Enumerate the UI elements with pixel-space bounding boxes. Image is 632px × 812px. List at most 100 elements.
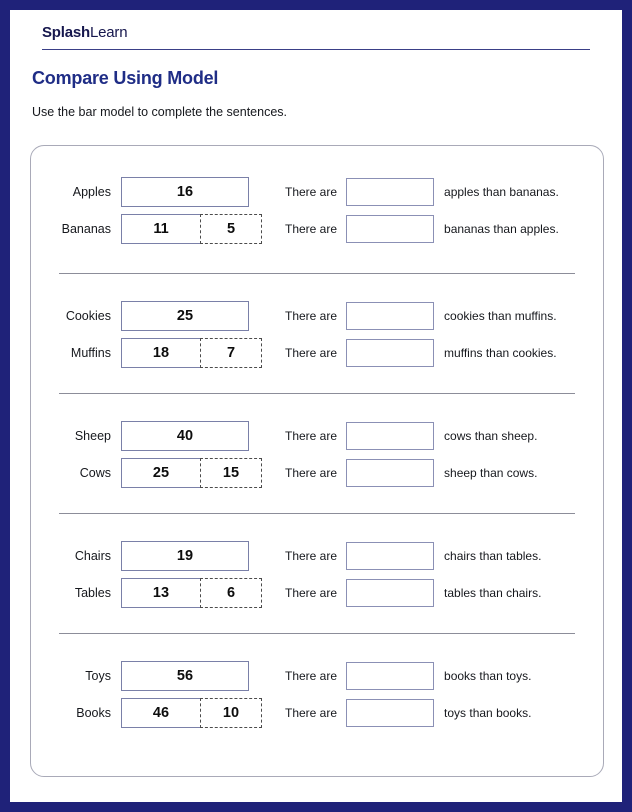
logo-bold-text: Splash — [42, 24, 90, 41]
sentence-tail-2: toys than books. — [444, 705, 532, 720]
instruction-text: Use the bar model to complete the senten… — [32, 105, 288, 119]
answer-input-2[interactable] — [346, 458, 435, 487]
bar-part-label: Tables — [74, 585, 111, 600]
bar-model-total-row: Apples 16 — [43, 176, 281, 207]
sentences: There are apples than bananas. There are… — [281, 176, 603, 244]
bar-total-bars: 56 — [121, 660, 249, 691]
there-are-label: There are — [285, 345, 338, 360]
bar-difference-segment: 10 — [200, 697, 262, 728]
bar-model: Apples 16 Bananas 11 5 — [31, 176, 281, 244]
sentences: There are cows than sheep. There are she… — [281, 420, 603, 488]
sentence-row-2: There are toys than books. — [285, 697, 603, 728]
header-divider — [42, 49, 590, 50]
bar-model-total-row: Sheep 40 — [43, 420, 281, 451]
logo-light-text: Learn — [89, 24, 128, 41]
bar-part-label: Muffins — [70, 345, 111, 360]
answer-input-1[interactable] — [346, 301, 435, 330]
sentence-row-1: There are chairs than tables. — [285, 540, 603, 571]
answer-input-2[interactable] — [346, 578, 435, 607]
sentence-row-2: There are muffins than cookies. — [285, 337, 603, 368]
sentence-row-1: There are apples than bananas. — [285, 176, 603, 207]
answer-input-1[interactable] — [346, 177, 435, 206]
bar-total-segment: 56 — [121, 660, 249, 691]
bar-difference-segment: 6 — [200, 577, 262, 608]
bar-part-segment: 18 — [121, 337, 201, 368]
bar-model-part-row: Muffins 18 7 — [43, 337, 281, 368]
sentence-row-1: There are cookies than muffins. — [285, 300, 603, 331]
bar-model: Toys 56 Books 46 10 — [31, 660, 281, 728]
sentences: There are books than toys. There are toy… — [281, 660, 603, 728]
answer-input-1[interactable] — [346, 661, 435, 690]
sentence-tail-1: books than toys. — [444, 668, 532, 683]
bar-difference-segment: 5 — [200, 213, 262, 244]
there-are-label: There are — [285, 548, 338, 563]
bar-total-segment: 25 — [121, 300, 249, 331]
bar-model: Sheep 40 Cows 25 15 — [31, 420, 281, 488]
bar-part-label: Books — [76, 705, 111, 720]
sentence-tail-2: muffins than cookies. — [444, 345, 557, 360]
splashlearn-logo: SplashLearn — [42, 24, 590, 41]
sentences: There are chairs than tables. There are … — [281, 540, 603, 608]
bar-total-segment: 19 — [121, 540, 249, 571]
answer-input-2[interactable] — [346, 698, 435, 727]
answer-input-1[interactable] — [346, 421, 435, 450]
bar-model-part-row: Bananas 11 5 — [43, 213, 281, 244]
bar-total-label: Chairs — [74, 548, 111, 563]
there-are-label: There are — [285, 465, 338, 480]
there-are-label: There are — [285, 184, 338, 199]
bar-part-segment: 46 — [121, 697, 201, 728]
problems-card: Apples 16 Bananas 11 5 There are apples … — [30, 145, 604, 777]
bar-part-bars: 25 15 — [121, 457, 262, 488]
there-are-label: There are — [285, 308, 338, 323]
sentence-tail-1: cookies than muffins. — [444, 308, 557, 323]
bar-part-bars: 46 10 — [121, 697, 262, 728]
answer-input-1[interactable] — [346, 541, 435, 570]
there-are-label: There are — [285, 668, 338, 683]
sentence-tail-2: bananas than apples. — [444, 221, 559, 236]
bar-part-label: Cows — [79, 465, 111, 480]
bar-model: Cookies 25 Muffins 18 7 — [31, 300, 281, 368]
sentence-row-1: There are books than toys. — [285, 660, 603, 691]
bar-total-bars: 19 — [121, 540, 249, 571]
sentence-tail-1: chairs than tables. — [444, 548, 542, 563]
bar-difference-segment: 15 — [200, 457, 262, 488]
sentence-row-1: There are cows than sheep. — [285, 420, 603, 451]
bar-total-label: Sheep — [74, 428, 111, 443]
sentences: There are cookies than muffins. There ar… — [281, 300, 603, 368]
answer-input-2[interactable] — [346, 338, 435, 367]
problem-row: Chairs 19 Tables 13 6 There are chairs t… — [31, 514, 603, 634]
sentence-row-2: There are sheep than cows. — [285, 457, 603, 488]
sentence-row-2: There are bananas than apples. — [285, 213, 603, 244]
bar-model-total-row: Toys 56 — [43, 660, 281, 691]
sentence-tail-1: apples than bananas. — [444, 184, 559, 199]
bar-part-bars: 18 7 — [121, 337, 262, 368]
bar-total-label: Toys — [85, 668, 111, 683]
bar-part-segment: 11 — [121, 213, 201, 244]
answer-input-2[interactable] — [346, 214, 435, 243]
there-are-label: There are — [285, 221, 338, 236]
bar-part-label: Bananas — [61, 221, 111, 236]
bar-total-label: Apples — [72, 184, 111, 199]
there-are-label: There are — [285, 585, 338, 600]
problem-row: Sheep 40 Cows 25 15 There are cows than … — [31, 394, 603, 514]
bar-difference-segment: 7 — [200, 337, 262, 368]
bar-total-segment: 16 — [121, 176, 249, 207]
bar-model-part-row: Books 46 10 — [43, 697, 281, 728]
sentence-tail-1: cows than sheep. — [444, 428, 538, 443]
there-are-label: There are — [285, 428, 338, 443]
bar-model-part-row: Cows 25 15 — [43, 457, 281, 488]
page-header: SplashLearn — [10, 10, 622, 50]
sentence-row-2: There are tables than chairs. — [285, 577, 603, 608]
worksheet-page: SplashLearn Compare Using Model Use the … — [10, 10, 622, 802]
bar-total-segment: 40 — [121, 420, 249, 451]
bar-total-bars: 40 — [121, 420, 249, 451]
bar-model-total-row: Chairs 19 — [43, 540, 281, 571]
bar-part-bars: 11 5 — [121, 213, 262, 244]
bar-model-total-row: Cookies 25 — [43, 300, 281, 331]
problem-row: Apples 16 Bananas 11 5 There are apples … — [31, 146, 603, 274]
bar-model-part-row: Tables 13 6 — [43, 577, 281, 608]
bar-part-segment: 25 — [121, 457, 201, 488]
bar-model: Chairs 19 Tables 13 6 — [31, 540, 281, 608]
bar-part-bars: 13 6 — [121, 577, 262, 608]
bar-total-bars: 16 — [121, 176, 249, 207]
